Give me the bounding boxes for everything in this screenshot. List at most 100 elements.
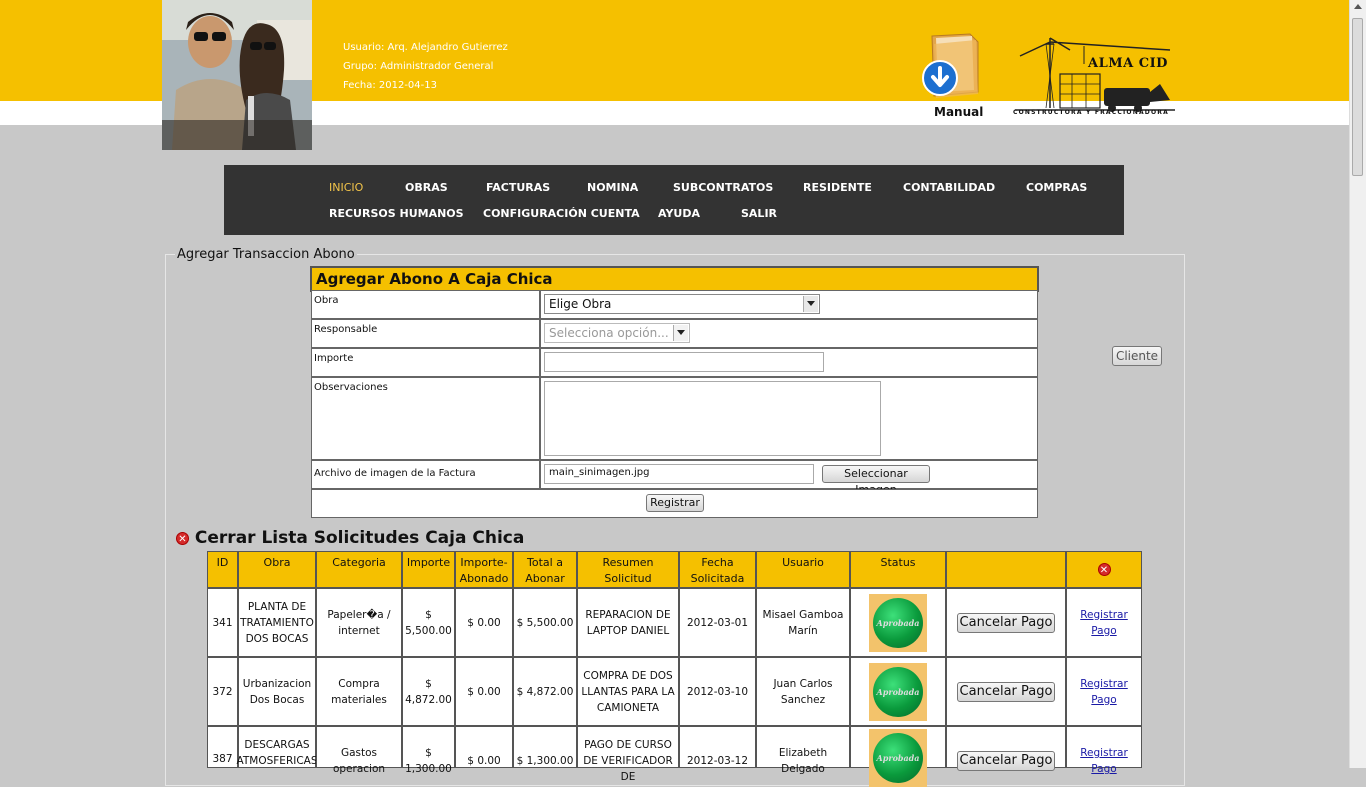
- page-scrollbar[interactable]: [1349, 0, 1366, 768]
- nav-recursos-humanos[interactable]: RECURSOS HUMANOS: [329, 207, 464, 220]
- table-cell-obra: DESCARGAS ATMOSFERICAS: [237, 726, 318, 768]
- obra-select[interactable]: Elige Obra: [544, 294, 820, 314]
- table-cell-importe: $ 5,500.00: [402, 588, 455, 657]
- table-cell-cancel: Cancelar Pago: [946, 726, 1066, 771]
- chevron-down-icon[interactable]: [803, 296, 818, 312]
- responsable-select[interactable]: Selecciona opción...: [544, 323, 690, 343]
- col-header-action: [946, 551, 1066, 588]
- registrar-cell: Registrar: [311, 489, 1038, 518]
- table-cell-registrar: Registrar Pago: [1066, 726, 1142, 775]
- registrar-pago-link[interactable]: Registrar Pago: [1067, 745, 1141, 777]
- responsable-placeholder[interactable]: Selecciona opción...: [549, 326, 669, 340]
- table-cell-id: 341: [207, 588, 238, 657]
- importe-label-cell: Importe: [311, 348, 540, 377]
- logo-name: ALMA CID: [1088, 56, 1168, 71]
- responsable-input-cell: Selecciona opción...: [540, 319, 1038, 348]
- nav-nomina[interactable]: NOMINA: [587, 181, 638, 194]
- list-title: ✕ Cerrar Lista Solicitudes Caja Chica: [176, 528, 524, 548]
- obra-label: Obra: [314, 295, 339, 306]
- col-header-importe: Importe: [402, 551, 455, 588]
- nav-obras[interactable]: OBRAS: [405, 181, 448, 194]
- list-title-text[interactable]: Cerrar Lista Solicitudes Caja Chica: [195, 528, 524, 548]
- chevron-down-icon[interactable]: [673, 325, 688, 341]
- status-badge: Aprobada: [869, 662, 927, 721]
- nav-compras[interactable]: COMPRAS: [1026, 181, 1087, 194]
- cancelar-pago-button[interactable]: Cancelar Pago: [957, 681, 1055, 702]
- table-cell-categoria: Gastos operacion: [316, 726, 402, 775]
- table-cell-id: 387: [207, 726, 238, 768]
- table-cell-categoria: Compra materiales: [316, 657, 402, 726]
- cancelar-pago-button[interactable]: Cancelar Pago: [957, 612, 1055, 633]
- responsable-label: Responsable: [314, 324, 378, 335]
- user-photo-image: [162, 0, 312, 150]
- logo-subtitle: CONSTRUCTORA Y FRACCIONADORA: [1013, 109, 1169, 116]
- observaciones-label: Observaciones: [314, 382, 388, 393]
- status-badge: Aprobada: [869, 729, 927, 787]
- crane-logo-icon: [1015, 37, 1175, 112]
- table-cell-total: $ 4,872.00: [513, 657, 577, 726]
- table-cell-usuario: Elizabeth Delgado: [756, 726, 850, 775]
- table-cell-obra: PLANTA DE TRATAMIENTO DOS BOCAS: [238, 588, 316, 657]
- importe-label: Importe: [314, 353, 354, 364]
- obra-label-cell: Obra: [311, 290, 540, 319]
- table-cell-cancel: Cancelar Pago: [946, 588, 1066, 657]
- manual-label[interactable]: Manual: [934, 105, 983, 119]
- status-badge: Aprobada: [869, 593, 927, 652]
- nav-inicio[interactable]: INICIO: [329, 181, 363, 194]
- nav-configuracion-cuenta[interactable]: CONFIGURACIÓN CUENTA: [483, 207, 640, 220]
- col-header-status: Status: [850, 551, 946, 588]
- cancelar-pago-button[interactable]: Cancelar Pago: [957, 751, 1055, 771]
- nav-ayuda[interactable]: AYUDA: [658, 207, 700, 220]
- seleccionar-imagen-button[interactable]: Seleccionar Imagen: [822, 465, 930, 496]
- observaciones-label-cell: Observaciones: [311, 377, 540, 460]
- table-cell-abonado: $ 0.00: [455, 588, 513, 657]
- registrar-pago-link[interactable]: Registrar Pago: [1067, 676, 1141, 708]
- cliente-button[interactable]: Cliente: [1112, 346, 1162, 366]
- nav-salir[interactable]: SALIR: [741, 207, 777, 220]
- close-icon[interactable]: ✕: [1097, 562, 1111, 576]
- scroll-thumb[interactable]: [1352, 18, 1363, 176]
- registrar-button[interactable]: Registrar: [646, 494, 704, 512]
- scroll-up-arrow-icon[interactable]: [1354, 4, 1362, 9]
- table-cell-resumen: REPARACION DE LAPTOP DANIEL: [577, 588, 679, 657]
- manual-download[interactable]: Manual: [920, 30, 990, 125]
- importe-input[interactable]: [544, 352, 824, 372]
- observaciones-textarea[interactable]: [544, 381, 881, 456]
- archivo-input[interactable]: main_sinimagen.jpg: [544, 464, 814, 484]
- user-photo: [162, 0, 312, 150]
- nav-facturas[interactable]: FACTURAS: [486, 181, 550, 194]
- table-cell-abonado: $ 0.00: [455, 726, 513, 768]
- manual-download-icon[interactable]: [920, 30, 990, 105]
- form-title-bar: Agregar Abono A Caja Chica: [310, 266, 1039, 292]
- archivo-input-cell: main_sinimagen.jpg Seleccionar Imagen: [540, 460, 1038, 496]
- main-navbar: INICIO OBRAS FACTURAS NOMINA SUBCONTRATO…: [224, 165, 1124, 235]
- table-cell-categoria: Papeler�a / internet: [316, 588, 402, 657]
- table-cell-importe: $ 4,872.00: [402, 657, 455, 726]
- col-header-resumen: Resumen Solicitud: [577, 551, 679, 588]
- fieldset-legend: Agregar Transaccion Abono: [175, 247, 357, 262]
- col-header-fecha: Fecha Solicitada: [679, 551, 756, 588]
- nav-contabilidad[interactable]: CONTABILIDAD: [903, 181, 995, 194]
- registrar-pago-link[interactable]: Registrar Pago: [1067, 607, 1141, 639]
- archivo-label-cell: Archivo de imagen de la Factura: [311, 460, 540, 489]
- user-name: Usuario: Arq. Alejandro Gutierrez: [343, 42, 508, 53]
- table-cell-abonado: $ 0.00: [455, 657, 513, 726]
- table-cell-fecha: 2012-03-01: [679, 588, 756, 657]
- table-cell-cancel: Cancelar Pago: [946, 657, 1066, 726]
- table-cell-registrar: Registrar Pago: [1066, 657, 1142, 726]
- col-header-usuario: Usuario: [756, 551, 850, 588]
- status-aprobada: Aprobada: [873, 666, 923, 717]
- user-group: Grupo: Administrador General: [343, 61, 494, 72]
- table-cell-status: Aprobada: [850, 657, 946, 726]
- close-icon[interactable]: ✕: [176, 531, 189, 545]
- obra-select-value[interactable]: Elige Obra: [549, 297, 611, 311]
- observaciones-input-cell: [540, 377, 1038, 460]
- user-info: Usuario: Arq. Alejandro Gutierrez Grupo:…: [343, 38, 508, 95]
- table-cell-usuario: Juan Carlos Sanchez: [756, 657, 850, 726]
- nav-subcontratos[interactable]: SUBCONTRATOS: [673, 181, 773, 194]
- col-header-total-abonar: Total a Abonar: [513, 551, 577, 588]
- table-cell-resumen: PAGO DE CURSO DE VERIFICADOR DE: [577, 726, 679, 783]
- nav-residente[interactable]: RESIDENTE: [803, 181, 872, 194]
- company-logo: [1010, 34, 1180, 120]
- table-cell-usuario: Misael Gamboa Marín: [756, 588, 850, 657]
